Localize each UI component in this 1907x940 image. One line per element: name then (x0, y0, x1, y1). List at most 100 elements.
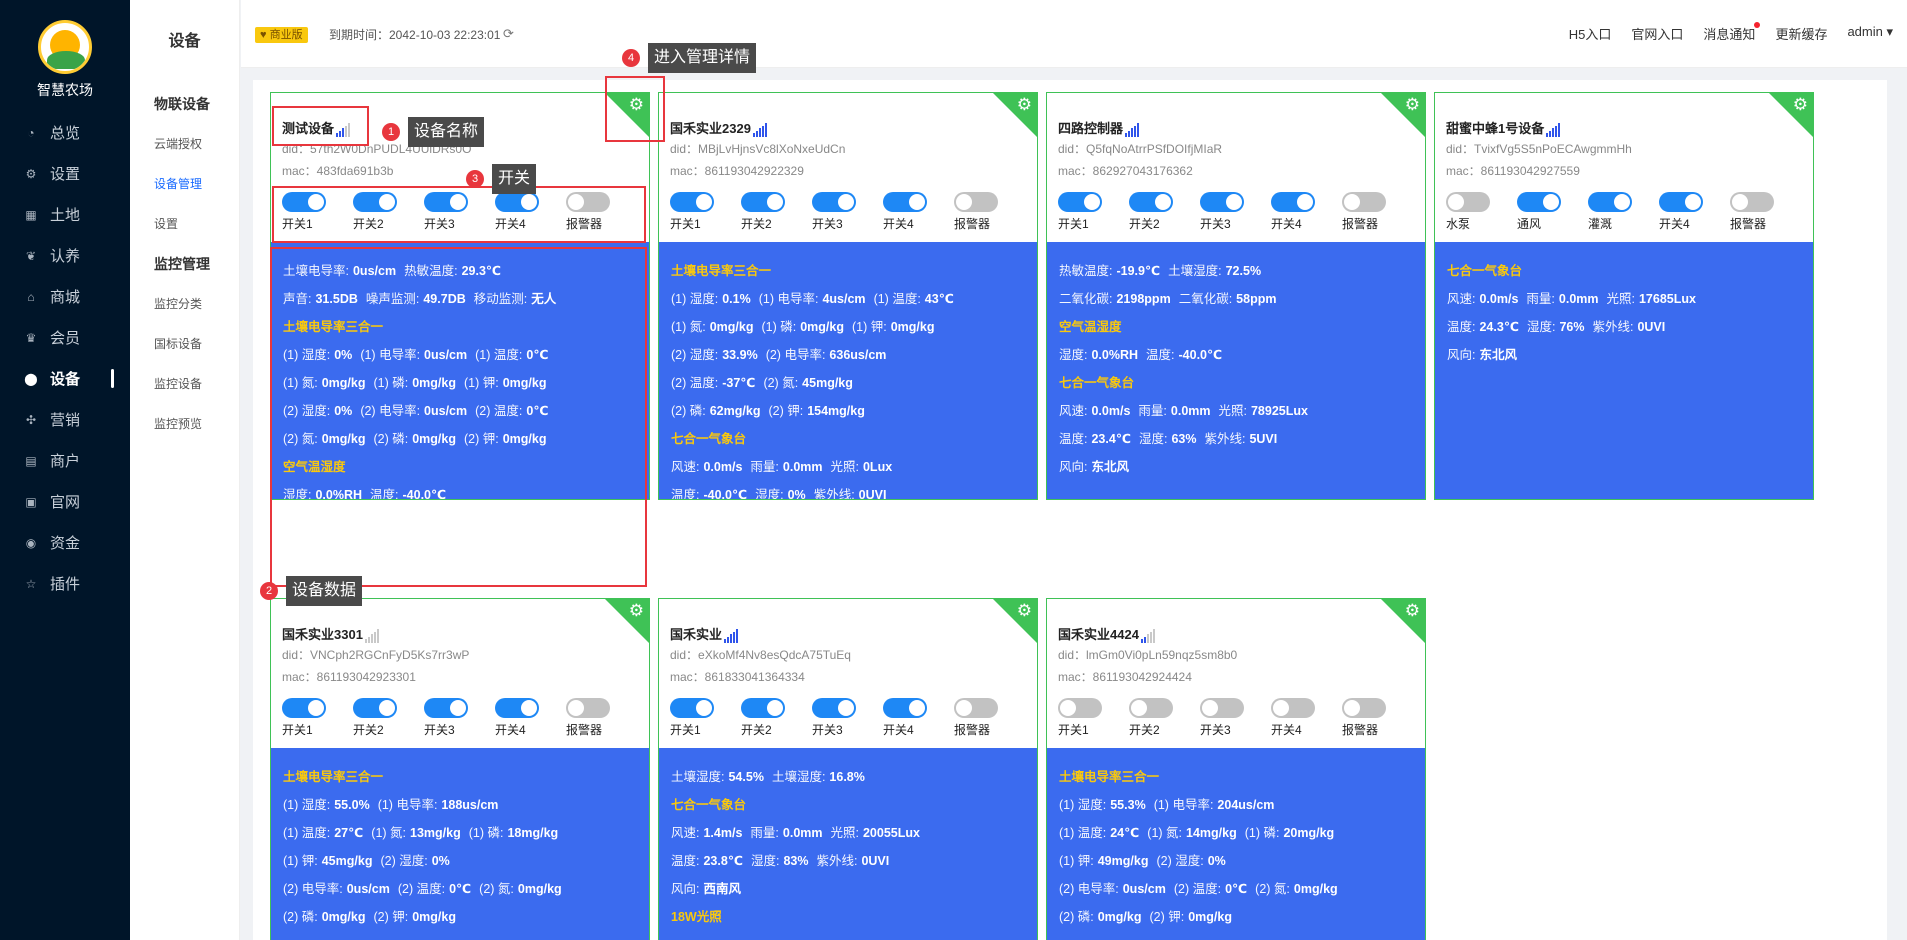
switch-toggle[interactable] (670, 698, 714, 718)
nav-item-0[interactable]: ◔ 总览 (0, 112, 130, 153)
switch-item: 开关3 (1200, 192, 1271, 232)
data-key: 移动监测: (473, 292, 528, 306)
switch-label: 开关2 (1129, 217, 1160, 231)
switch-toggle[interactable] (1342, 698, 1386, 718)
data-row: 二氧化碳: 2198ppm 二氧化碳: 58ppm (1059, 285, 1413, 313)
switch-toggle[interactable] (495, 192, 539, 212)
sub-item[interactable]: 国标设备 (130, 324, 239, 364)
sidebar: 智慧农场 ◔ 总览 ⚙ 设置 ▦ 土地 ❦ 认养 ⌂ 商城 ♛ 会员 ⬤ 设备 ✣ 营销 ▤ 商户 ▣ 官网 ◉ 资金 ☆ 插… (0, 0, 130, 940)
data-key: (2) 电导率: (765, 348, 826, 362)
nav-item-10[interactable]: ◉ 资金 (0, 522, 130, 563)
switch-toggle[interactable] (741, 698, 785, 718)
nav-item-6[interactable]: ⬤ 设备 (0, 358, 130, 399)
gear-icon[interactable]: ⚙ (1405, 602, 1420, 619)
device-card: ⚙ 国禾实业2329 did：MBjLvHjnsVc8lXoNxeUdCn mac：8… (658, 92, 1038, 500)
switch-toggle[interactable] (1058, 698, 1102, 718)
switch-toggle[interactable] (424, 192, 468, 212)
switch-toggle[interactable] (1659, 192, 1703, 212)
nav-item-7[interactable]: ✣ 营销 (0, 399, 130, 440)
switch-label: 开关1 (282, 217, 313, 231)
gear-icon[interactable]: ⚙ (629, 96, 644, 113)
switch-toggle[interactable] (954, 192, 998, 212)
switch-toggle[interactable] (1588, 192, 1632, 212)
data-row: 温度: 23.8℃ 湿度: 83% 紫外线: 0UVI (671, 847, 1025, 875)
device-data-panel: 土壤电导率: 0us/cm 热敏温度: 29.3℃ 声音: 31.5DB 噪声监测: 49.7… (271, 242, 649, 499)
switch-toggle[interactable] (670, 192, 714, 212)
data-key: 二氧化碳: (1178, 292, 1233, 306)
nav-item-4[interactable]: ⌂ 商城 (0, 276, 130, 317)
switch-toggle[interactable] (954, 698, 998, 718)
switch-toggle[interactable] (1200, 192, 1244, 212)
data-row: (1) 湿度: 0.1% (1) 电导率: 4us/cm (1) 温度: 43℃ (671, 285, 1025, 313)
sub-item[interactable]: 设置 (130, 204, 239, 244)
data-value: 45mg/kg (802, 376, 853, 390)
nav-item-11[interactable]: ☆ 插件 (0, 563, 130, 604)
switch-toggle[interactable] (424, 698, 468, 718)
nav-item-8[interactable]: ▤ 商户 (0, 440, 130, 481)
top-link-4[interactable]: admin ▾ (1847, 24, 1893, 43)
data-key: 温度: (370, 488, 399, 500)
refresh-icon[interactable]: ⟳ (503, 26, 514, 42)
switch-toggle[interactable] (1200, 698, 1244, 718)
top-link-0[interactable]: H5入口 (1569, 24, 1612, 43)
switch-item: 开关4 (1271, 698, 1342, 738)
switch-toggle[interactable] (282, 698, 326, 718)
annotation-number: 4 (622, 49, 640, 67)
switch-toggle[interactable] (1129, 698, 1173, 718)
switch-toggle[interactable] (1129, 192, 1173, 212)
nav-item-5[interactable]: ♛ 会员 (0, 317, 130, 358)
gear-icon[interactable]: ⚙ (1017, 96, 1032, 113)
switch-toggle[interactable] (883, 698, 927, 718)
data-key: 噪声监测: (365, 292, 420, 306)
switch-item: 报警器 (1342, 698, 1413, 738)
data-value: 0.0%RH (315, 488, 363, 500)
switch-toggle[interactable] (353, 698, 397, 718)
sub-item[interactable]: 设备管理 (130, 164, 239, 204)
nav-item-3[interactable]: ❦ 认养 (0, 235, 130, 276)
sub-item[interactable]: 监控分类 (130, 284, 239, 324)
nav-item-2[interactable]: ▦ 土地 (0, 194, 130, 235)
nav-item-9[interactable]: ▣ 官网 (0, 481, 130, 522)
switch-item: 通风 (1517, 192, 1588, 232)
switch-toggle[interactable] (741, 192, 785, 212)
data-value: 154mg/kg (807, 404, 865, 418)
sub-item[interactable]: 云端授权 (130, 124, 239, 164)
switch-label: 报警器 (1342, 723, 1379, 737)
data-section-title: 空气温湿度 (1059, 320, 1122, 334)
gear-icon[interactable]: ⚙ (1405, 96, 1420, 113)
switch-toggle[interactable] (566, 192, 610, 212)
data-value: 49.7DB (423, 292, 466, 306)
switch-toggle[interactable] (1446, 192, 1490, 212)
data-value: 0mg/kg (1097, 910, 1142, 924)
top-link-1[interactable]: 官网入口 (1631, 24, 1683, 43)
switch-toggle[interactable] (353, 192, 397, 212)
switch-toggle[interactable] (812, 192, 856, 212)
switch-label: 开关3 (424, 723, 455, 737)
gear-icon[interactable]: ⚙ (1017, 602, 1032, 619)
gear-icon[interactable]: ⚙ (1793, 96, 1808, 113)
switch-toggle[interactable] (1271, 192, 1315, 212)
sub-item[interactable]: 监控设备 (130, 364, 239, 404)
sub-item[interactable]: 监控预览 (130, 404, 239, 444)
nav-item-1[interactable]: ⚙ 设置 (0, 153, 130, 194)
switch-group: 开关1 开关2 开关3 开关4 报警器 (282, 698, 637, 738)
switch-toggle[interactable] (1271, 698, 1315, 718)
switch-toggle[interactable] (1342, 192, 1386, 212)
nav-item-label: 土地 (50, 207, 81, 224)
gear-icon[interactable]: ⚙ (629, 602, 644, 619)
switch-toggle[interactable] (1730, 192, 1774, 212)
switch-toggle[interactable] (566, 698, 610, 718)
switch-toggle[interactable] (495, 698, 539, 718)
switch-toggle[interactable] (282, 192, 326, 212)
data-key: 风向: (1447, 348, 1476, 362)
switch-toggle[interactable] (812, 698, 856, 718)
switch-toggle[interactable] (1058, 192, 1102, 212)
switch-toggle[interactable] (883, 192, 927, 212)
data-row: 温度: 23.4℃ 湿度: 63% 紫外线: 5UVI (1059, 425, 1413, 453)
top-link-3[interactable]: 更新缓存 (1775, 24, 1827, 43)
nav-item-label: 总览 (50, 125, 81, 142)
top-link-2[interactable]: 消息通知 (1703, 22, 1761, 43)
switch-label: 水泵 (1446, 217, 1471, 231)
switch-toggle[interactable] (1517, 192, 1561, 212)
data-section-title: 七合一气象台 (671, 798, 747, 812)
